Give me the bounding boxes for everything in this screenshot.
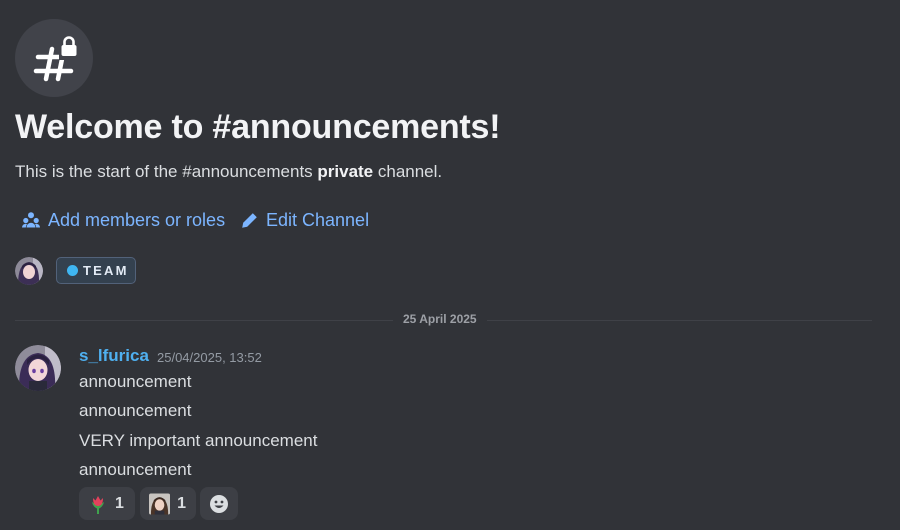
smiley-add-reaction-icon <box>210 494 228 513</box>
role-color-dot <box>67 265 78 276</box>
hash-lock-icon <box>33 36 85 82</box>
edit-channel-button[interactable]: Edit Channel <box>241 208 369 232</box>
reaction-count: 1 <box>177 494 186 512</box>
member-avatar[interactable] <box>15 257 43 285</box>
intro-bold: private <box>317 162 374 181</box>
intro-suffix: channel. <box>373 162 443 181</box>
add-members-button[interactable]: Add members or roles <box>22 208 225 232</box>
message-line: VERY important announcement <box>79 431 318 450</box>
tulip-emoji-icon <box>92 495 104 514</box>
date-divider-label: 25 April 2025 <box>393 312 487 326</box>
channel-icon <box>15 19 93 97</box>
add-members-label: Add members or roles <box>48 209 226 230</box>
message-line: announcement <box>79 372 192 391</box>
message-line: announcement <box>79 401 192 420</box>
pencil-icon <box>242 212 257 228</box>
message-author[interactable]: s_lfurica <box>79 346 149 366</box>
role-label: TEAM <box>83 263 129 278</box>
author-avatar[interactable] <box>15 345 61 391</box>
add-reaction-button[interactable] <box>200 487 238 520</box>
message-timestamp: 25/04/2025, 13:52 <box>157 350 262 365</box>
intro-prefix: This is the start of the #announcements <box>15 162 318 181</box>
reaction-count: 1 <box>115 494 124 512</box>
reaction-tulip[interactable]: 1 <box>79 487 135 520</box>
welcome-title: Welcome to #announcements! <box>15 108 501 146</box>
role-tag[interactable]: TEAM <box>56 257 136 284</box>
channel-intro: This is the start of the #announcements … <box>15 162 442 182</box>
edit-channel-label: Edit Channel <box>266 209 370 230</box>
add-members-icon <box>22 212 40 228</box>
message-line: announcement <box>79 460 192 479</box>
reaction-custom-avatar[interactable]: 1 <box>140 487 196 520</box>
custom-avatar-emoji-icon <box>149 492 171 515</box>
